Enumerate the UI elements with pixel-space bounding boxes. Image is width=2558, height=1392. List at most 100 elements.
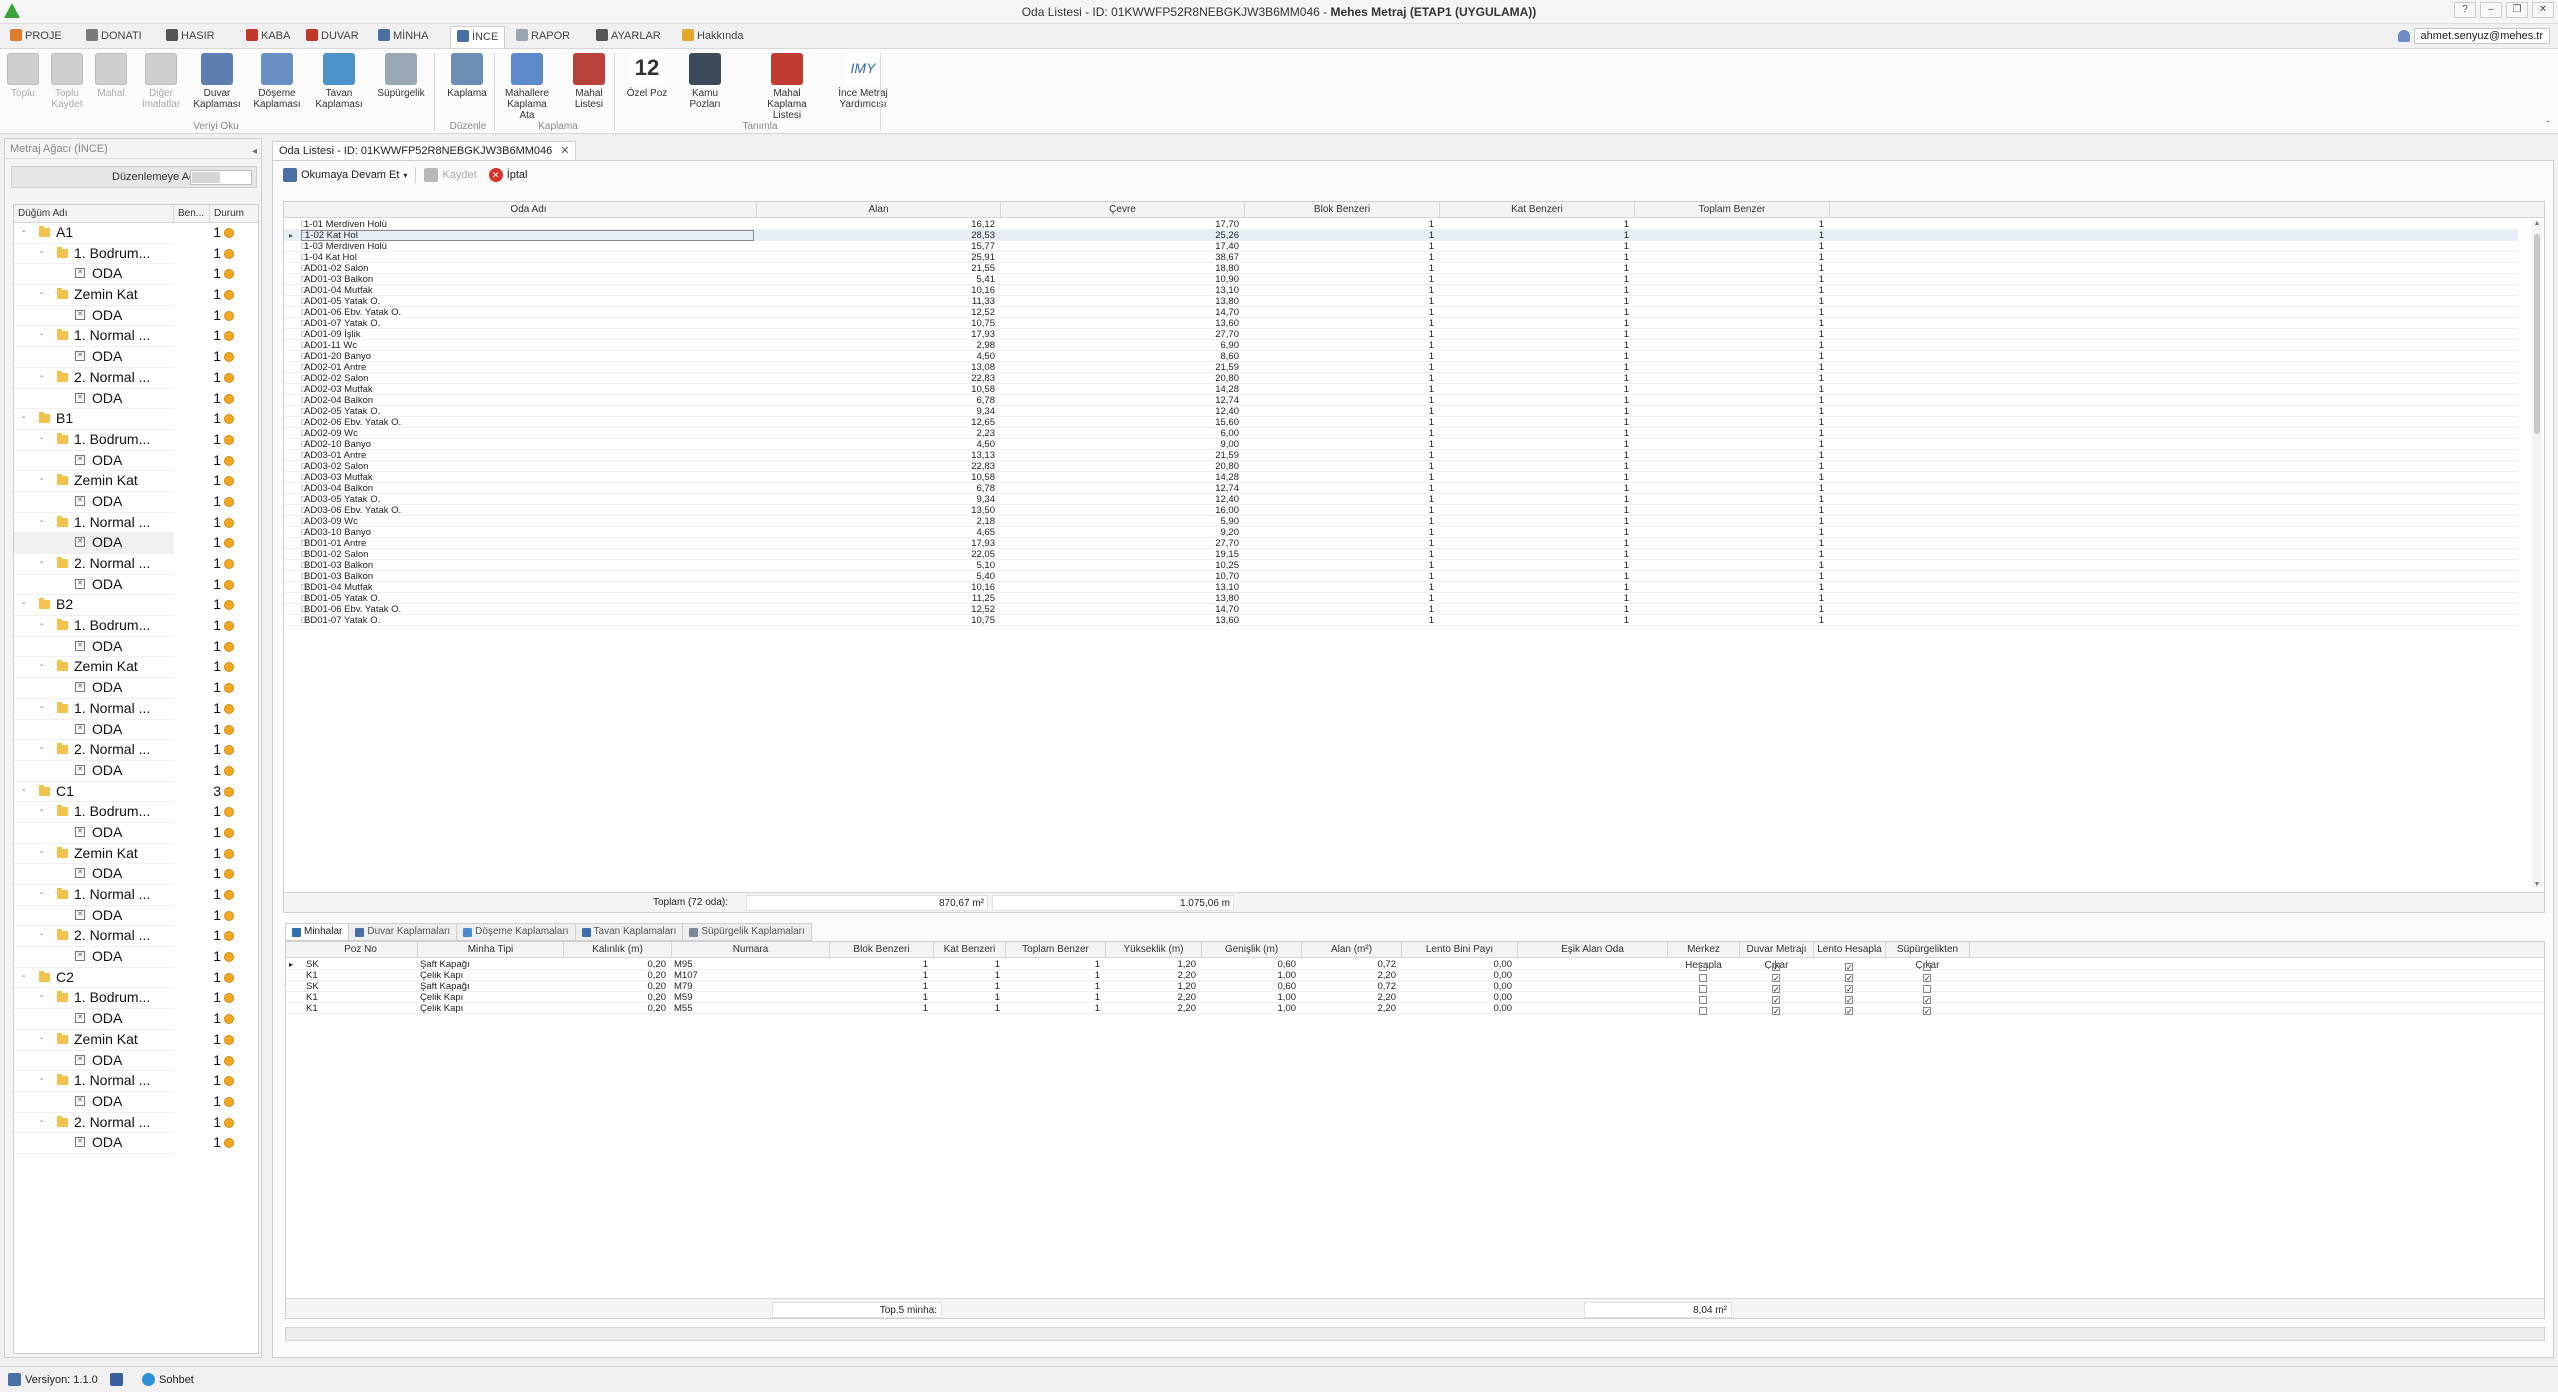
tab-8[interactable]: AYARLAR xyxy=(590,26,667,48)
minha-col-header-8[interactable]: Genişlik (m) xyxy=(1202,942,1302,958)
tree-node[interactable]: ✕ ODA 1 xyxy=(14,823,258,844)
save-button[interactable]: Kaydet xyxy=(420,166,480,184)
collapse-icon[interactable]: - xyxy=(40,660,50,671)
minha-col-header-9[interactable]: Alan (m²) xyxy=(1302,942,1402,958)
ribbon-button-2[interactable]: Mahal xyxy=(84,53,138,99)
table-row[interactable]: AD01-07 Yatak O. 10,75 13,60 1 1 1 xyxy=(284,318,2518,329)
tree-node[interactable]: ✕ ODA 1 xyxy=(14,264,258,286)
table-row[interactable]: BD01-05 Yatak O. 11,25 13,80 1 1 1 xyxy=(284,593,2518,604)
detail-tab-0[interactable]: Minhalar xyxy=(285,923,349,941)
collapse-icon[interactable]: - xyxy=(40,474,50,485)
restore-button[interactable]: ❐ xyxy=(2506,2,2528,18)
tree-node[interactable]: ✕ ODA 1 xyxy=(14,306,258,327)
table-row[interactable]: AD02-06 Ebv. Yatak O. 12,65 15,60 1 1 1 xyxy=(284,417,2518,428)
chat-button[interactable]: Sohbet xyxy=(142,1373,194,1386)
minha-col-header-1[interactable]: Minha Tipi xyxy=(418,942,564,958)
collapse-icon[interactable]: - xyxy=(40,805,50,816)
table-row[interactable]: AD02-10 Banyo 4,50 9,00 1 1 1 xyxy=(284,439,2518,450)
tree-node[interactable]: - 1. Bodrum... 1 xyxy=(14,988,258,1010)
detail-tab-3[interactable]: Tavan Kaplamaları xyxy=(574,923,683,941)
tree-node[interactable]: - 1. Bodrum... 1 xyxy=(14,802,258,823)
table-row[interactable]: AD03-03 Mutfak 10,58 14,28 1 1 1 xyxy=(284,472,2518,483)
help-icon[interactable]: ? xyxy=(2454,2,2476,18)
rooms-col-header-1[interactable]: Alan xyxy=(757,202,1001,218)
table-row[interactable]: AD01-02 Salon 21,55 18,80 1 1 1 xyxy=(284,263,2518,274)
table-row[interactable]: AD02-05 Yatak O. 9,34 12,40 1 1 1 xyxy=(284,406,2518,417)
user-email[interactable]: ahmet.senyuz@mehes.tr xyxy=(2413,28,2550,44)
tab-5[interactable]: MİNHA xyxy=(372,26,434,48)
user-area[interactable]: ahmet.senyuz@mehes.tr xyxy=(2397,27,2550,45)
collapse-icon[interactable]: - xyxy=(40,433,50,444)
tree-node[interactable]: - Zemin Kat 1 xyxy=(14,844,258,865)
tree-node[interactable]: - Zemin Kat 1 xyxy=(14,657,258,679)
tree-node[interactable]: ✕ ODA 1 xyxy=(14,575,258,596)
tree-col-status[interactable]: Durum xyxy=(210,205,258,222)
tree-node[interactable]: - A1 1 xyxy=(14,223,258,244)
minha-col-header-4[interactable]: Blok Benzeri xyxy=(830,942,934,958)
collapse-icon[interactable]: - xyxy=(40,991,50,1002)
collapse-icon[interactable]: - xyxy=(40,329,50,340)
tab-2[interactable]: HASIR xyxy=(160,26,221,48)
table-row[interactable]: BD01-04 Mutfak 10,16 13,10 1 1 1 xyxy=(284,582,2518,593)
collapse-icon[interactable]: - xyxy=(22,226,32,237)
tree-node[interactable]: - 1. Bodrum... 1 xyxy=(14,430,258,451)
collapse-icon[interactable]: - xyxy=(40,1074,50,1085)
detail-tab-1[interactable]: Duvar Kaplamaları xyxy=(348,923,457,941)
ribbon-button-7[interactable]: Süpürgelik xyxy=(374,53,428,99)
table-row[interactable]: BD01-03 Balkon 5,10 10,25 1 1 1 xyxy=(284,560,2518,571)
horizontal-scrollbar[interactable] xyxy=(285,1327,2545,1341)
tree-node[interactable]: - 1. Bodrum... 1 xyxy=(14,616,258,637)
ribbon-button-5[interactable]: Döşeme Kaplaması xyxy=(250,53,304,110)
tree-node[interactable]: - B2 1 xyxy=(14,595,258,617)
collapse-icon[interactable]: - xyxy=(22,412,32,423)
tree-node[interactable]: - 1. Normal ... 1 xyxy=(14,326,258,348)
rooms-col-header-2[interactable]: Çevre xyxy=(1001,202,1245,218)
collapse-icon[interactable]: - xyxy=(40,247,50,258)
tree-node[interactable]: ✕ ODA 1 xyxy=(14,1092,258,1113)
ribbon-button-9[interactable]: Mahallere Kaplama Ata xyxy=(500,53,554,121)
minha-row[interactable]: SK Şaft Kapağı 0,20 M79 1 1 1 1,20 0,60 0,72 0,00 ✓… xyxy=(286,981,2544,993)
minimize-button[interactable]: – xyxy=(2480,2,2502,18)
tree-node[interactable]: ✕ ODA 1 xyxy=(14,947,258,968)
cancel-button[interactable]: ✕ İptal xyxy=(485,166,532,184)
table-row[interactable]: AD02-01 Antre 13,08 21,59 1 1 1 xyxy=(284,362,2518,373)
ribbon-collapse-icon[interactable]: ⌃ xyxy=(2544,119,2552,130)
tree-node[interactable]: - 2. Normal ... 1 xyxy=(14,554,258,575)
minha-col-header-10[interactable]: Lento Bini Payı xyxy=(1402,942,1518,958)
table-row[interactable]: AD03-01 Antre 13,13 21,59 1 1 1 xyxy=(284,450,2518,461)
tree-node[interactable]: ✕ ODA 1 xyxy=(14,492,258,513)
ribbon-button-12[interactable]: Kamu Pozları xyxy=(678,53,732,110)
tab-0[interactable]: PROJE xyxy=(4,26,68,48)
rooms-col-header-4[interactable]: Kat Benzeri xyxy=(1440,202,1635,218)
table-row[interactable]: AD02-04 Balkon 6,78 12,74 1 1 1 xyxy=(284,395,2518,406)
ribbon-button-13[interactable]: Mahal Kaplama Listesi xyxy=(760,53,814,121)
minha-row[interactable]: K1 Çelik Kapı 0,20 M59 1 1 1 2,20 1,00 2,20 0,00 ✓ ✓… xyxy=(286,992,2544,1004)
lentoh-checkbox[interactable]: ✓ xyxy=(1845,1007,1853,1015)
tree-node[interactable]: - Zemin Kat 1 xyxy=(14,1030,258,1051)
tree-node[interactable]: ✕ ODA 1 xyxy=(14,1133,258,1154)
tree-node[interactable]: ✕ ODA 1 xyxy=(14,864,258,885)
edit-toggle-switch[interactable] xyxy=(190,170,252,185)
collapse-icon[interactable]: - xyxy=(40,619,50,630)
tree-node[interactable]: - 1. Normal ... 1 xyxy=(14,513,258,534)
tree-node[interactable]: ▸ ✕ ODA 1 xyxy=(14,533,258,554)
tab-7[interactable]: RAPOR xyxy=(510,26,576,48)
minha-col-header-13[interactable]: Duvar Metrajı Çıkar xyxy=(1740,942,1814,971)
tree-node[interactable]: ✕ ODA 1 xyxy=(14,906,258,927)
document-tab[interactable]: Oda Listesi - ID: 01KWWFP52R8NEBGKJW3B6M… xyxy=(272,141,577,161)
minha-col-header-2[interactable]: Kalınlık (m) xyxy=(564,942,672,958)
minha-col-header-6[interactable]: Toplam Benzer xyxy=(1006,942,1106,958)
tree-node[interactable]: - 2. Normal ... 1 xyxy=(14,740,258,761)
table-row[interactable]: AD01-20 Banyo 4,50 8,60 1 1 1 xyxy=(284,351,2518,362)
sup-checkbox[interactable]: ✓ xyxy=(1923,1007,1931,1015)
ribbon-button-11[interactable]: 12 Özel Poz xyxy=(620,53,674,99)
collapse-icon[interactable]: - xyxy=(22,598,32,609)
minha-col-header-12[interactable]: Merkez Hesapla xyxy=(1668,942,1740,971)
ribbon-button-8[interactable]: Kaplama xyxy=(440,53,494,99)
close-button[interactable]: ✕ xyxy=(2532,2,2554,18)
minha-row[interactable]: K1 Çelik Kapı 0,20 M55 1 1 1 2,20 1,00 2,20 0,00 ✓ ✓… xyxy=(286,1003,2544,1015)
collapse-icon[interactable]: - xyxy=(40,1116,50,1127)
tree-node[interactable]: - Zemin Kat 1 xyxy=(14,285,258,306)
tree-node[interactable]: ✕ ODA 1 xyxy=(14,347,258,368)
table-row[interactable]: AD03-09 Wc 2,18 5,90 1 1 1 xyxy=(284,516,2518,527)
